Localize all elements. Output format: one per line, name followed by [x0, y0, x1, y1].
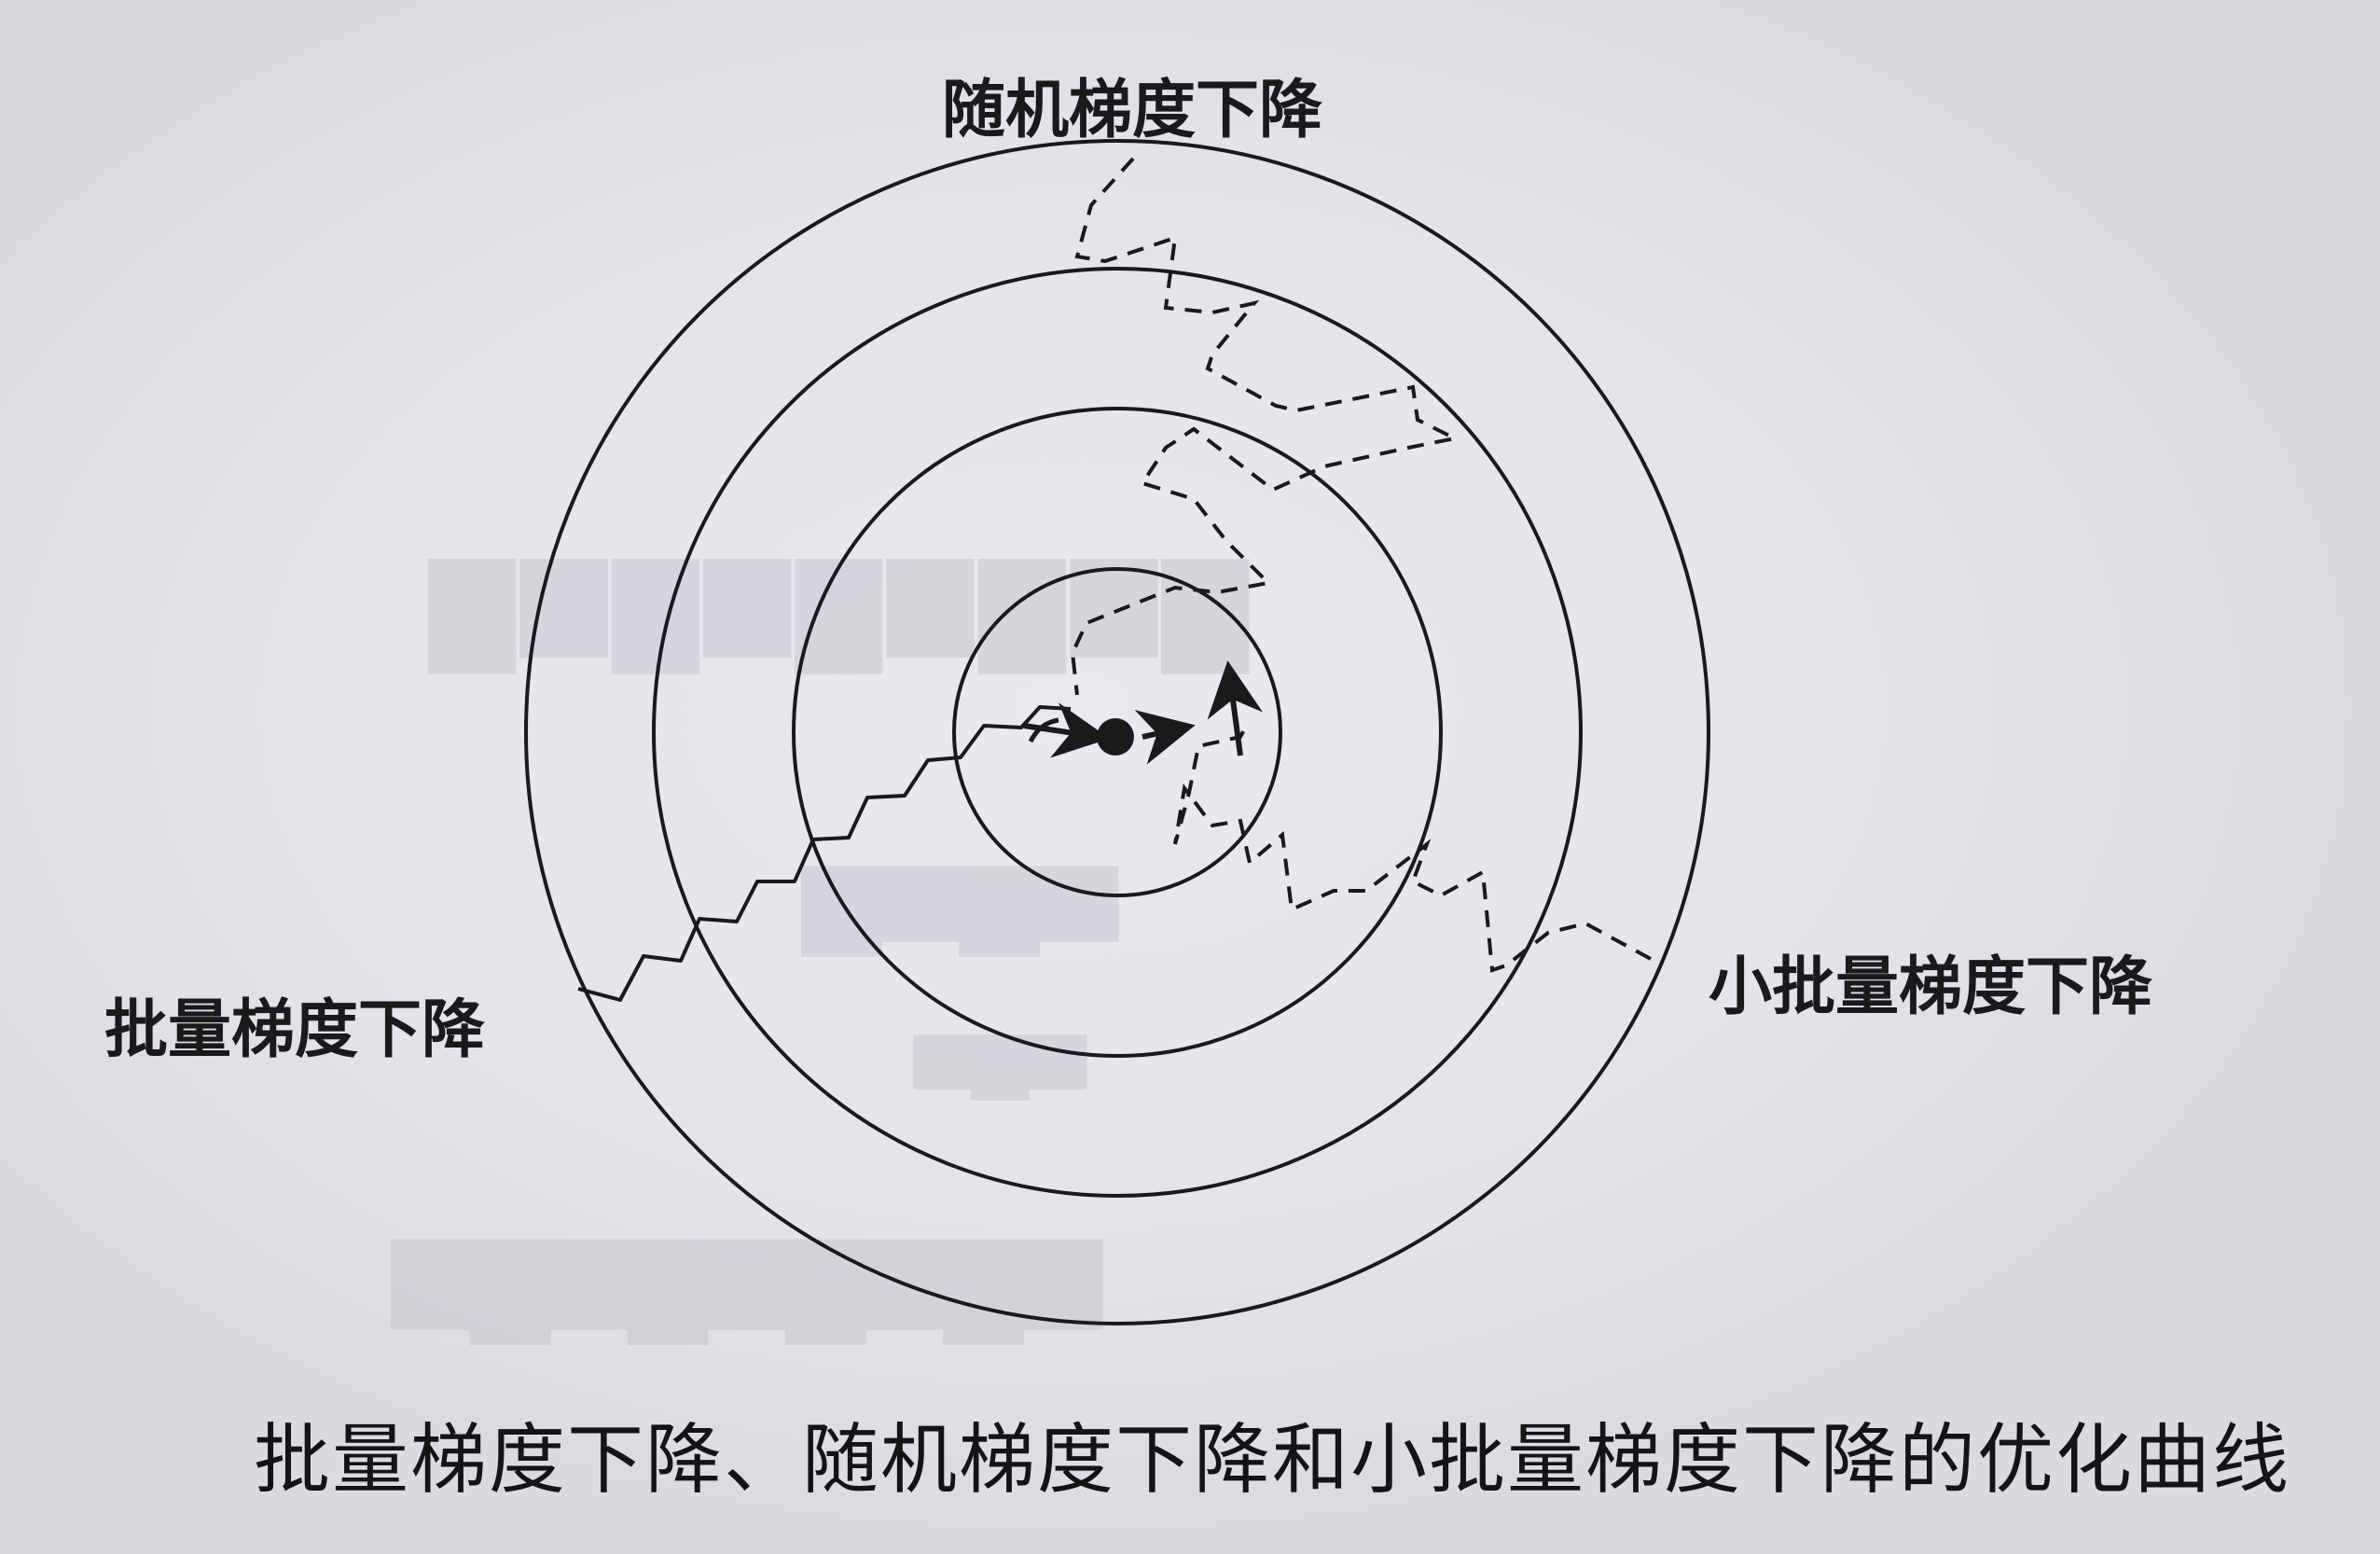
- bgd-path: [577, 705, 1072, 1002]
- sgd-path: [1070, 157, 1461, 696]
- figure-caption: 批量梯度下降、随机梯度下降和小批量梯度下降的优化曲线: [254, 1416, 2291, 1505]
- label-bgd: 批量梯度下降: [104, 993, 486, 1067]
- label-sgd: 随机梯度下降: [942, 74, 1323, 147]
- sgd-arrow: [1207, 660, 1264, 756]
- optimum-point: [1097, 718, 1134, 756]
- book-page: ▇▆▇▆▇▆▇▆▇ ▆▅▆▅ ▅▆▅ ▆▇▆▇▆▇▆▇▆ 随机梯度下降 批量梯度…: [0, 0, 2380, 1554]
- label-mbgd: 小批量梯度下降: [1709, 950, 2153, 1024]
- optimization-diagram: [524, 139, 1710, 1325]
